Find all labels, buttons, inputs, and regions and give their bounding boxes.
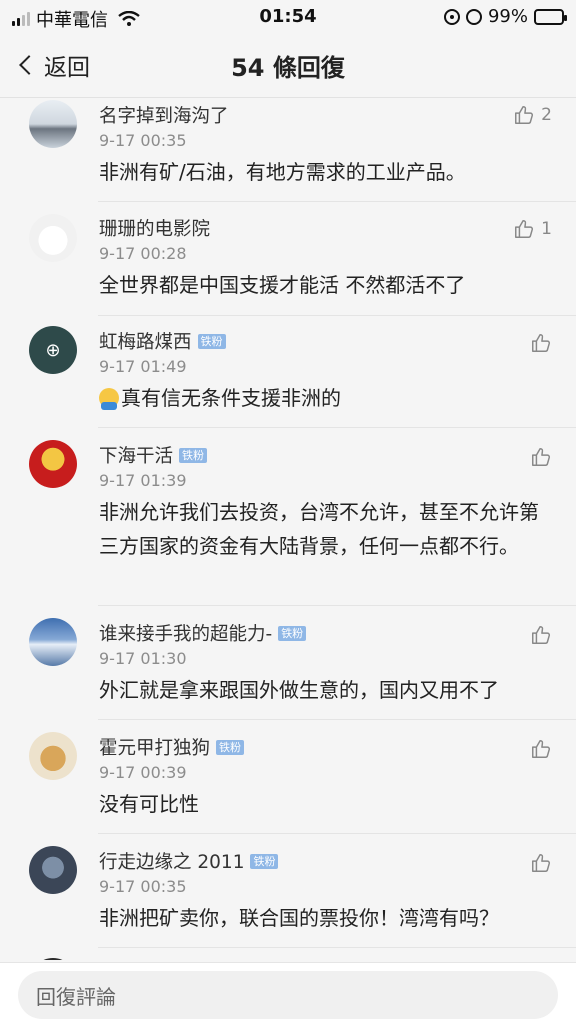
reply-input[interactable]: 回復評論 bbox=[18, 971, 558, 1019]
username[interactable]: 下海干活 铁粉 bbox=[99, 442, 208, 468]
fan-badge: 铁粉 bbox=[216, 739, 245, 755]
comment-text: 真有信无条件支援非洲的 bbox=[99, 381, 549, 415]
fan-badge: 铁粉 bbox=[278, 625, 307, 641]
thumbs-up-icon bbox=[532, 740, 551, 758]
comment-item: 名字掉到海沟了 9-17 00:35 非洲有矿/石油，有地方需求的工业产品。 2 bbox=[0, 98, 576, 202]
alarm-icon bbox=[465, 8, 482, 25]
timestamp: 9-17 00:39 bbox=[99, 763, 187, 782]
comment-text: 非洲有矿/石油，有地方需求的工业产品。 bbox=[99, 160, 466, 184]
like-count: 1 bbox=[541, 219, 552, 239]
comment-item: ⊕ 虹梅路煤西 铁粉 9-17 01:49 真有信无条件支援非洲的 bbox=[0, 316, 576, 428]
username[interactable]: 珊珊的电影院 bbox=[99, 215, 210, 241]
comment-item: 行走边缘之 2011 铁粉 9-17 00:35 非洲把矿卖你，联合国的票投你！… bbox=[0, 834, 576, 948]
timestamp: 9-17 01:49 bbox=[99, 357, 187, 376]
like-button[interactable] bbox=[530, 446, 552, 468]
username[interactable]: 谁来接手我的超能力- 铁粉 bbox=[99, 620, 307, 646]
avatar[interactable] bbox=[29, 100, 77, 148]
reply-bar: 回復評論 bbox=[0, 962, 576, 1024]
like-button[interactable]: 2 bbox=[513, 104, 552, 126]
like-button[interactable]: 1 bbox=[513, 218, 552, 240]
like-button[interactable] bbox=[530, 624, 552, 646]
battery-percent: 99% bbox=[487, 6, 528, 27]
avatar[interactable] bbox=[29, 618, 77, 666]
thumbs-up-icon bbox=[515, 220, 534, 238]
timestamp: 9-17 00:35 bbox=[99, 877, 187, 896]
comment-item: 谁来接手我的超能力- 铁粉 9-17 01:30 外汇就是拿来跟国外做生意的，国… bbox=[0, 606, 576, 720]
avatar[interactable] bbox=[29, 958, 77, 960]
username[interactable]: 霍元甲打独狗 铁粉 bbox=[99, 734, 245, 760]
avatar[interactable] bbox=[29, 732, 77, 780]
like-button[interactable] bbox=[530, 332, 552, 354]
fan-badge: 铁粉 bbox=[250, 853, 279, 869]
thumbs-up-icon bbox=[532, 448, 551, 466]
thumbs-up-icon bbox=[515, 106, 534, 124]
emoji-icon bbox=[99, 388, 119, 410]
username[interactable]: 名字掉到海沟了 bbox=[99, 102, 229, 128]
avatar[interactable] bbox=[29, 440, 77, 488]
username[interactable]: 虹梅路煤西 铁粉 bbox=[99, 328, 226, 354]
like-button[interactable] bbox=[530, 738, 552, 760]
thumbs-up-icon bbox=[532, 626, 551, 644]
nav-header: 返回 54 條回復 bbox=[0, 34, 576, 98]
page-title: 54 條回復 bbox=[231, 54, 345, 82]
comment-text: 外汇就是拿来跟国外做生意的，国内又用不了 bbox=[99, 678, 499, 702]
avatar[interactable] bbox=[29, 846, 77, 894]
comment-text: 非洲把矿卖你，联合国的票投你！湾湾有吗？ bbox=[99, 906, 499, 930]
comment-text: 全世界都是中国支援才能活 不然都活不了 bbox=[99, 273, 466, 297]
timestamp: 9-17 00:28 bbox=[99, 244, 187, 263]
avatar[interactable] bbox=[29, 214, 77, 262]
comment-item: 下海干活 铁粉 9-17 01:39 非洲允许我们去投资，台湾不允许，甚至不允许… bbox=[0, 428, 576, 606]
status-bar: 中華電信 01:54 99% bbox=[0, 0, 576, 34]
comment-item: 珊珊的电影院 9-17 00:28 全世界都是中国支援才能活 不然都活不了 1 bbox=[0, 202, 576, 316]
thumbs-up-icon bbox=[532, 334, 551, 352]
comment-text: 没有可比性 bbox=[99, 792, 199, 816]
timestamp: 9-17 01:39 bbox=[99, 471, 187, 490]
battery-icon bbox=[534, 8, 567, 25]
comment-text: 非洲允许我们去投资，台湾不允许，甚至不允许第三方国家的资金有大陆背景，任何一点都… bbox=[99, 500, 539, 558]
avatar-glyph: ⊕ bbox=[45, 339, 61, 361]
comment-item: 霍元甲打独狗 铁粉 9-17 00:39 没有可比性 bbox=[0, 720, 576, 834]
comment-list[interactable]: 名字掉到海沟了 9-17 00:35 非洲有矿/石油，有地方需求的工业产品。 2… bbox=[0, 98, 576, 960]
fan-badge: 铁粉 bbox=[197, 333, 226, 349]
status-right: 99% bbox=[443, 6, 567, 27]
like-count: 2 bbox=[541, 105, 552, 125]
username[interactable]: 行走边缘之 2011 铁粉 bbox=[99, 848, 279, 874]
rotation-lock-icon bbox=[443, 8, 460, 25]
avatar[interactable]: ⊕ bbox=[29, 326, 77, 374]
thumbs-up-icon bbox=[532, 854, 551, 872]
timestamp: 9-17 01:30 bbox=[99, 649, 187, 668]
like-button[interactable] bbox=[530, 852, 552, 874]
timestamp: 9-17 00:35 bbox=[99, 131, 187, 150]
comment-item bbox=[0, 948, 576, 960]
fan-badge: 铁粉 bbox=[179, 447, 208, 463]
